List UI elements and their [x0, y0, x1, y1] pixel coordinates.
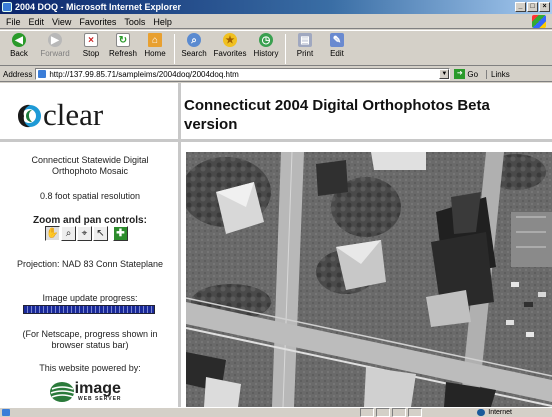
print-label: Print	[296, 49, 314, 58]
resolution-text: 0.8 foot spatial resolution	[39, 191, 141, 201]
address-url: http://137.99.85.71/sampleims/2004doq/20…	[49, 69, 239, 79]
back-label: Back	[10, 49, 28, 58]
status-segment	[360, 408, 374, 417]
home-icon: ⌂	[148, 33, 162, 47]
go-arrow-icon: ➜	[454, 69, 466, 79]
home-button[interactable]: ⌂ Home	[139, 31, 171, 58]
aerial-image	[186, 152, 552, 407]
image-web-server-logo[interactable]: image WEB SERVER	[48, 377, 148, 407]
progress-label: Image update progress:	[42, 293, 138, 303]
image-update-progress-bar	[23, 305, 155, 314]
search-icon: ⌕	[187, 33, 201, 47]
ie-icon	[2, 2, 12, 12]
projection-text: Projection: NAD 83 Conn Stateplane	[16, 259, 164, 269]
status-segment	[376, 408, 390, 417]
forward-label: Forward	[40, 49, 70, 58]
control-sidebar: Connecticut Statewide Digital Orthophoto…	[0, 145, 178, 407]
printer-icon: ▤	[298, 33, 312, 47]
address-input[interactable]: http://137.99.85.71/sampleims/2004doq/20…	[35, 68, 451, 80]
minimize-button[interactable]: _	[515, 2, 526, 12]
zone-label: Internet	[488, 409, 512, 416]
toolbar-separator	[174, 34, 175, 64]
globe-icon	[50, 382, 75, 402]
menu-tools[interactable]: Tools	[120, 17, 149, 27]
menu-edit[interactable]: Edit	[25, 17, 49, 27]
clear-logo-icon	[18, 104, 41, 128]
forward-arrow-icon: ▶	[48, 33, 62, 47]
history-button[interactable]: ◷ History	[250, 31, 282, 58]
title-bar: 2004 DOQ - Microsoft Internet Explorer _…	[0, 0, 552, 14]
window-controls: _ □ ×	[515, 2, 550, 12]
window-title: 2004 DOQ - Microsoft Internet Explorer	[15, 2, 182, 12]
menu-favorites[interactable]: Favorites	[75, 17, 120, 27]
full-extent-tool-icon[interactable]: ✚	[113, 226, 128, 241]
status-bar: Internet	[0, 407, 552, 417]
favorites-label: Favorites	[213, 49, 247, 58]
pan-tool-icon[interactable]: ✋	[45, 226, 60, 241]
history-label: History	[253, 49, 279, 58]
powered-logo-wordmark: image WEB SERVER	[75, 381, 122, 403]
page-title: Connecticut 2004 Digital Orthophotos Bet…	[184, 97, 490, 133]
clear-logo: clear	[14, 97, 164, 133]
status-segment	[408, 408, 422, 417]
go-button[interactable]: ➜ Go	[454, 69, 478, 79]
mosaic-description: Connecticut Statewide Digital Orthophoto…	[31, 155, 149, 176]
standard-toolbar: ◀ Back ▶ Forward × Stop ↻ Refresh ⌂ Home…	[0, 30, 552, 66]
go-label: Go	[467, 69, 479, 79]
search-button[interactable]: ⌕ Search	[178, 31, 210, 58]
maximize-button[interactable]: □	[527, 2, 538, 12]
menu-help[interactable]: Help	[149, 17, 176, 27]
print-button[interactable]: ▤ Print	[289, 31, 321, 58]
links-button[interactable]: Links	[486, 69, 510, 79]
favorites-button[interactable]: ★ Favorites	[210, 31, 250, 58]
menu-view[interactable]: View	[48, 17, 75, 27]
status-segment	[392, 408, 406, 417]
zoom-controls-heading: Zoom and pan controls:	[33, 215, 147, 226]
history-icon: ◷	[259, 33, 273, 47]
address-dropdown-icon[interactable]: ▼	[439, 69, 450, 79]
back-button[interactable]: ◀ Back	[3, 31, 35, 58]
edit-button[interactable]: ✎ Edit	[321, 31, 353, 58]
page-header: clear Connecticut 2004 Digital Orthophot…	[0, 83, 552, 142]
address-label: Address	[3, 69, 33, 79]
progress-fill	[24, 306, 154, 313]
home-label: Home	[144, 49, 166, 58]
forward-button[interactable]: ▶ Forward	[35, 31, 75, 58]
internet-globe-icon	[477, 409, 486, 416]
refresh-button[interactable]: ↻ Refresh	[107, 31, 139, 58]
security-zone: Internet	[477, 409, 512, 416]
powered-by-text: This website powered by:	[39, 363, 141, 373]
stop-label: Stop	[82, 49, 100, 58]
edit-page-icon: ✎	[330, 33, 344, 47]
stop-button[interactable]: × Stop	[75, 31, 107, 58]
favorites-star-icon: ★	[223, 33, 237, 47]
zoom-in-tool-icon[interactable]: ⌕	[61, 226, 76, 241]
back-arrow-icon: ◀	[12, 33, 26, 47]
page-status-icon	[2, 409, 10, 416]
netscape-note: (For Netscape, progress shown in browser…	[22, 329, 158, 350]
orthophoto-map[interactable]	[186, 152, 552, 407]
stop-icon: ×	[84, 33, 98, 47]
zoom-pan-toolbar: ✋ ⌕ ⌖ ↖ ✚	[45, 226, 128, 241]
refresh-label: Refresh	[108, 49, 137, 58]
address-bar: Address http://137.99.85.71/sampleims/20…	[0, 67, 552, 82]
refresh-icon: ↻	[116, 33, 130, 47]
browser-window: 2004 DOQ - Microsoft Internet Explorer _…	[0, 0, 552, 417]
windows-logo-icon	[532, 15, 546, 28]
close-button[interactable]: ×	[539, 2, 550, 12]
select-arrow-tool-icon[interactable]: ↖	[93, 226, 108, 241]
menu-bar: File Edit View Favorites Tools Help	[0, 15, 552, 29]
page-favicon-icon	[38, 70, 47, 78]
column-divider	[178, 83, 181, 407]
powered-logo-text: image	[74, 380, 121, 397]
toolbar-separator	[285, 34, 286, 64]
logo-text: clear	[43, 97, 104, 132]
menu-file[interactable]: File	[2, 17, 25, 27]
page-content: clear Connecticut 2004 Digital Orthophot…	[0, 83, 552, 407]
powered-logo-subtext: WEB SERVER	[78, 396, 122, 402]
search-label: Search	[181, 49, 207, 58]
zoom-out-tool-icon[interactable]: ⌖	[77, 226, 92, 241]
edit-label: Edit	[330, 49, 344, 58]
